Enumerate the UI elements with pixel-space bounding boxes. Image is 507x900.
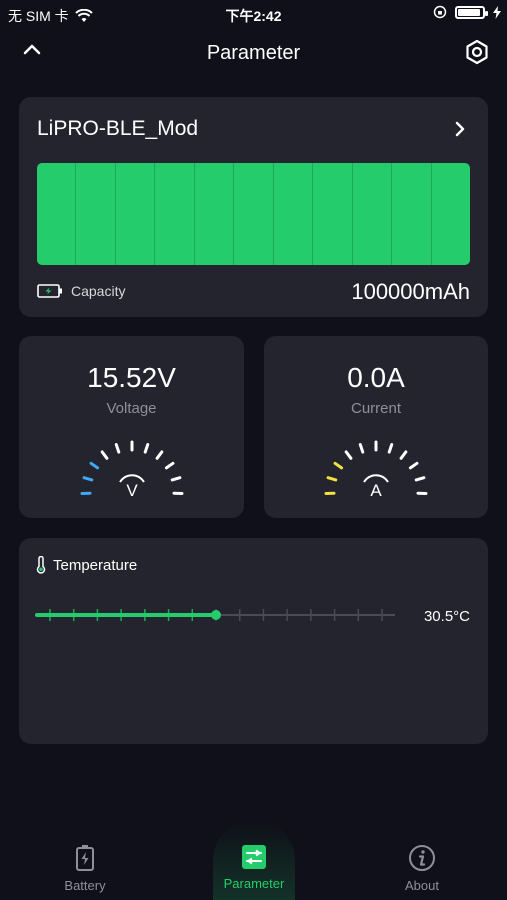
gauge-tick bbox=[408, 461, 419, 470]
gauge-unit-symbol: V bbox=[126, 481, 138, 500]
tab-about[interactable]: About bbox=[362, 844, 482, 893]
thermometer-icon bbox=[36, 556, 46, 574]
gauge-tick bbox=[344, 450, 353, 460]
status-bar: 无 SIM 卡 下午2:42 bbox=[0, 0, 507, 28]
voltage-gauge: V bbox=[80, 440, 183, 500]
voltage-card: 15.52V Voltage V bbox=[19, 336, 244, 518]
tab-parameter-label: Parameter bbox=[223, 876, 285, 891]
battery-cell bbox=[116, 163, 156, 265]
page-title: Parameter bbox=[206, 42, 301, 64]
temperature-card: Temperature 30.5°C bbox=[19, 538, 488, 744]
voltage-label: Voltage bbox=[106, 400, 157, 417]
cell-bar bbox=[37, 163, 470, 265]
gauge-unit-symbol: A bbox=[370, 481, 382, 500]
info-icon bbox=[409, 845, 435, 871]
tab-battery-label: Battery bbox=[64, 878, 106, 893]
gauge-tick bbox=[164, 461, 174, 470]
current-label: Current bbox=[350, 400, 402, 417]
battery-cell bbox=[353, 163, 393, 265]
tab-battery[interactable]: Battery bbox=[25, 844, 145, 893]
gauge-tick bbox=[326, 476, 338, 482]
gauge-tick bbox=[387, 443, 394, 454]
gauge-tick bbox=[170, 476, 181, 482]
battery-cell bbox=[274, 163, 314, 265]
chevron-right-icon[interactable] bbox=[454, 121, 466, 137]
device-card[interactable]: LiPRO-BLE_Mod Capacity 100000mAh bbox=[19, 97, 488, 317]
gauge-tick bbox=[358, 443, 365, 454]
current-card: 0.0A Current A bbox=[264, 336, 488, 518]
capacity-label: Capacity bbox=[71, 283, 126, 299]
charging-icon bbox=[493, 5, 501, 19]
parameter-icon bbox=[242, 845, 266, 869]
gauge-tick bbox=[143, 443, 149, 454]
tab-about-label: About bbox=[405, 878, 439, 893]
battery-cell bbox=[234, 163, 274, 265]
battery-cell bbox=[313, 163, 353, 265]
gauge-tick bbox=[399, 450, 408, 460]
temperature-title: Temperature bbox=[53, 556, 138, 574]
battery-cell bbox=[432, 163, 470, 265]
current-value: 0.0A bbox=[347, 362, 405, 393]
gauge-tick bbox=[100, 450, 108, 460]
battery-cell bbox=[195, 163, 235, 265]
gauge-tick bbox=[114, 443, 120, 454]
battery-cell bbox=[392, 163, 432, 265]
battery-icon bbox=[76, 845, 94, 871]
status-battery-icon bbox=[455, 5, 488, 19]
temperature-bar bbox=[35, 609, 395, 621]
gauge-tick bbox=[82, 476, 93, 482]
orientation-lock-icon bbox=[433, 5, 447, 19]
tab-parameter[interactable]: Parameter bbox=[194, 844, 314, 891]
temperature-title-group: Temperature bbox=[35, 556, 137, 574]
battery-cell bbox=[37, 163, 77, 265]
temperature-knob bbox=[211, 610, 221, 620]
gauge-tick bbox=[333, 461, 344, 470]
gauge-tick bbox=[89, 461, 99, 470]
current-gauge: A bbox=[324, 440, 428, 500]
tab-bar: Battery Parameter About bbox=[0, 820, 507, 900]
temperature-value: 30.5°C bbox=[423, 608, 470, 625]
gear-icon[interactable] bbox=[463, 38, 491, 66]
device-name: LiPRO-BLE_Mod bbox=[37, 117, 199, 140]
capacity-value: 100000mAh bbox=[351, 279, 470, 304]
battery-cell bbox=[155, 163, 195, 265]
voltage-value: 15.52V bbox=[87, 362, 176, 393]
nav-bar: Parameter bbox=[0, 34, 507, 74]
gauge-tick bbox=[155, 450, 163, 460]
status-time: 下午2:42 bbox=[225, 8, 282, 24]
gauge-tick bbox=[414, 476, 426, 482]
battery-capacity-icon bbox=[37, 284, 62, 298]
capacity-label-group: Capacity bbox=[37, 283, 125, 299]
battery-cell bbox=[76, 163, 116, 265]
